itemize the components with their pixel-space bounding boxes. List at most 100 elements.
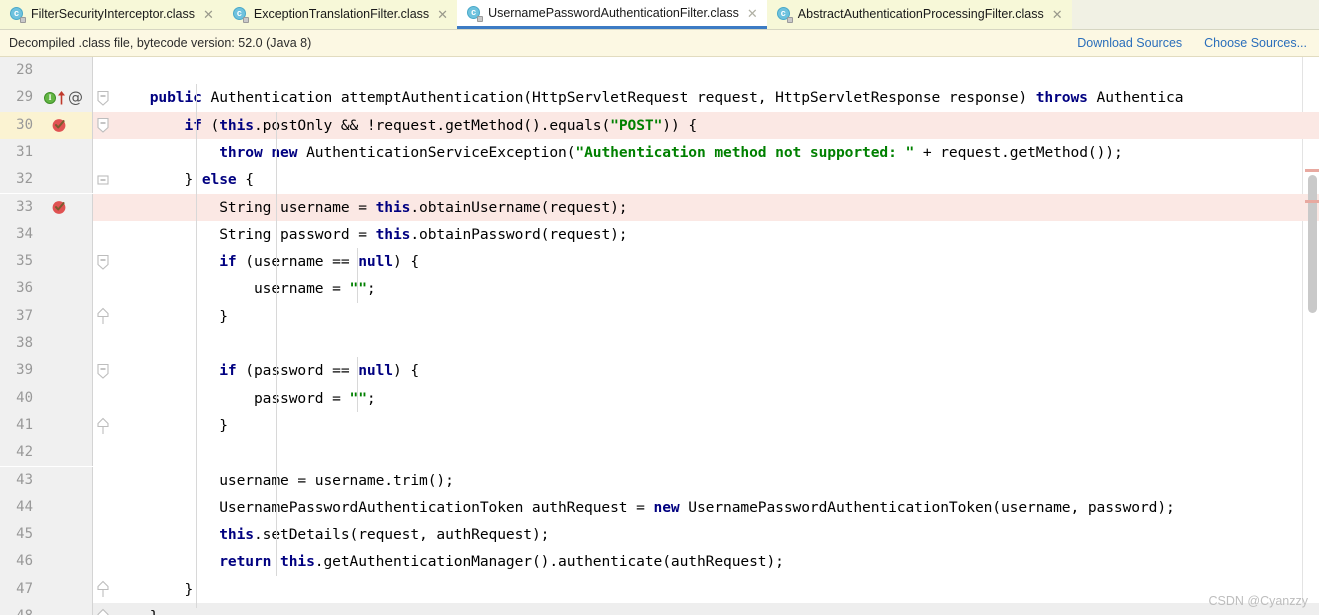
editor-tab[interactable]: cAbstractAuthenticationProcessingFilter.…	[767, 0, 1072, 29]
code-folding-gutter[interactable]	[92, 521, 115, 548]
code-text[interactable]: }	[115, 303, 228, 330]
editor-vertical-scrollbar[interactable]	[1305, 57, 1319, 615]
code-line[interactable]: 42	[0, 439, 1319, 466]
code-text[interactable]: }	[115, 412, 228, 439]
fold-collapse-small-icon[interactable]	[96, 171, 110, 188]
gutter-markers[interactable]	[42, 194, 92, 221]
close-icon[interactable]: ✕	[437, 8, 448, 21]
code-line[interactable]: 28	[0, 57, 1319, 84]
code-text[interactable]: String password = this.obtainPassword(re…	[115, 221, 628, 248]
fold-collapse-icon[interactable]	[96, 117, 110, 134]
breakpoint-icon[interactable]	[52, 200, 67, 215]
gutter-markers[interactable]	[42, 275, 92, 302]
fold-end-icon[interactable]	[96, 608, 110, 615]
scrollbar-thumb[interactable]	[1308, 175, 1317, 313]
code-folding-gutter[interactable]	[92, 112, 115, 139]
code-line[interactable]: 47 }	[0, 576, 1319, 603]
code-text[interactable]: throw new AuthenticationServiceException…	[115, 139, 1123, 166]
annotation-at-icon[interactable]: @	[68, 90, 83, 105]
gutter-markers[interactable]	[42, 166, 92, 193]
code-line[interactable]: 29I@ public Authentication attemptAuthen…	[0, 84, 1319, 111]
code-folding-gutter[interactable]	[92, 248, 115, 275]
code-text[interactable]: return this.getAuthenticationManager().a…	[115, 548, 784, 575]
code-folding-gutter[interactable]	[92, 357, 115, 384]
code-text[interactable]: String username = this.obtainUsername(re…	[115, 194, 628, 221]
code-line[interactable]: 46 return this.getAuthenticationManager(…	[0, 548, 1319, 575]
code-text[interactable]: }	[115, 603, 158, 615]
code-folding-gutter[interactable]	[92, 467, 115, 494]
code-line[interactable]: 32 } else {	[0, 166, 1319, 193]
code-folding-gutter[interactable]	[92, 412, 115, 439]
code-folding-gutter[interactable]	[92, 303, 115, 330]
gutter-markers[interactable]	[42, 439, 92, 466]
code-text[interactable]: username = username.trim();	[115, 467, 454, 494]
code-line[interactable]: 40 password = "";	[0, 385, 1319, 412]
code-line[interactable]: 37 }	[0, 303, 1319, 330]
code-line[interactable]: 31 throw new AuthenticationServiceExcept…	[0, 139, 1319, 166]
gutter-markers[interactable]	[42, 576, 92, 603]
code-folding-gutter[interactable]	[92, 221, 115, 248]
code-text[interactable]: UsernamePasswordAuthenticationToken auth…	[115, 494, 1175, 521]
fold-collapse-icon[interactable]	[96, 362, 110, 379]
code-folding-gutter[interactable]	[92, 548, 115, 575]
gutter-markers[interactable]	[42, 548, 92, 575]
code-folding-gutter[interactable]	[92, 275, 115, 302]
code-line[interactable]: 35 if (username == null) {	[0, 248, 1319, 275]
close-icon[interactable]: ✕	[747, 7, 758, 20]
code-text[interactable]: username = "";	[115, 275, 376, 302]
implemented-method-icon[interactable]: I	[44, 92, 56, 104]
code-line[interactable]: 33 String username = this.obtainUsername…	[0, 194, 1319, 221]
gutter-markers[interactable]	[42, 521, 92, 548]
editor-tab[interactable]: cUsernamePasswordAuthenticationFilter.cl…	[457, 0, 767, 29]
gutter-markers[interactable]	[42, 603, 92, 615]
code-text[interactable]: if (password == null) {	[115, 357, 419, 384]
fold-end-icon[interactable]	[96, 417, 110, 434]
code-text[interactable]: } else {	[115, 166, 254, 193]
gutter-markers[interactable]: I@	[42, 84, 92, 111]
choose-sources-link[interactable]: Choose Sources...	[1204, 36, 1307, 50]
breakpoint-icon[interactable]	[52, 118, 67, 133]
override-arrow-icon[interactable]	[57, 90, 66, 105]
editor-tab[interactable]: cFilterSecurityInterceptor.class✕	[0, 0, 223, 29]
code-line[interactable]: 41 }	[0, 412, 1319, 439]
gutter-markers[interactable]	[42, 221, 92, 248]
code-line[interactable]: 43 username = username.trim();	[0, 467, 1319, 494]
gutter-markers[interactable]	[42, 139, 92, 166]
code-folding-gutter[interactable]	[92, 166, 115, 193]
breakpoint-marker-stripe[interactable]	[1305, 169, 1319, 172]
code-folding-gutter[interactable]	[92, 603, 115, 615]
code-folding-gutter[interactable]	[92, 139, 115, 166]
fold-collapse-icon[interactable]	[96, 253, 110, 270]
code-folding-gutter[interactable]	[92, 576, 115, 603]
fold-collapse-icon[interactable]	[96, 89, 110, 106]
code-folding-gutter[interactable]	[92, 57, 115, 84]
code-folding-gutter[interactable]	[92, 439, 115, 466]
gutter-markers[interactable]	[42, 494, 92, 521]
code-folding-gutter[interactable]	[92, 84, 115, 111]
code-folding-gutter[interactable]	[92, 194, 115, 221]
fold-end-icon[interactable]	[96, 308, 110, 325]
code-line[interactable]: 34 String password = this.obtainPassword…	[0, 221, 1319, 248]
gutter-markers[interactable]	[42, 330, 92, 357]
code-line[interactable]: 48 }	[0, 603, 1319, 615]
gutter-markers[interactable]	[42, 57, 92, 84]
code-line[interactable]: 39 if (password == null) {	[0, 357, 1319, 384]
code-line[interactable]: 45 this.setDetails(request, authRequest)…	[0, 521, 1319, 548]
gutter-markers[interactable]	[42, 412, 92, 439]
close-icon[interactable]: ✕	[203, 8, 214, 21]
code-folding-gutter[interactable]	[92, 385, 115, 412]
code-editor[interactable]: 2829I@ public Authentication attemptAuth…	[0, 57, 1319, 615]
fold-end-icon[interactable]	[96, 581, 110, 598]
code-text[interactable]: this.setDetails(request, authRequest);	[115, 521, 549, 548]
code-text[interactable]: password = "";	[115, 385, 376, 412]
code-lines-container[interactable]: 2829I@ public Authentication attemptAuth…	[0, 57, 1319, 615]
code-line[interactable]: 30 if (this.postOnly && !request.getMeth…	[0, 112, 1319, 139]
gutter-markers[interactable]	[42, 248, 92, 275]
code-text[interactable]: public Authentication attemptAuthenticat…	[115, 84, 1183, 111]
code-line[interactable]: 44 UsernamePasswordAuthenticationToken a…	[0, 494, 1319, 521]
download-sources-link[interactable]: Download Sources	[1077, 36, 1182, 50]
code-line[interactable]: 38	[0, 330, 1319, 357]
gutter-markers[interactable]	[42, 385, 92, 412]
code-folding-gutter[interactable]	[92, 330, 115, 357]
breakpoint-marker-stripe[interactable]	[1305, 200, 1319, 203]
